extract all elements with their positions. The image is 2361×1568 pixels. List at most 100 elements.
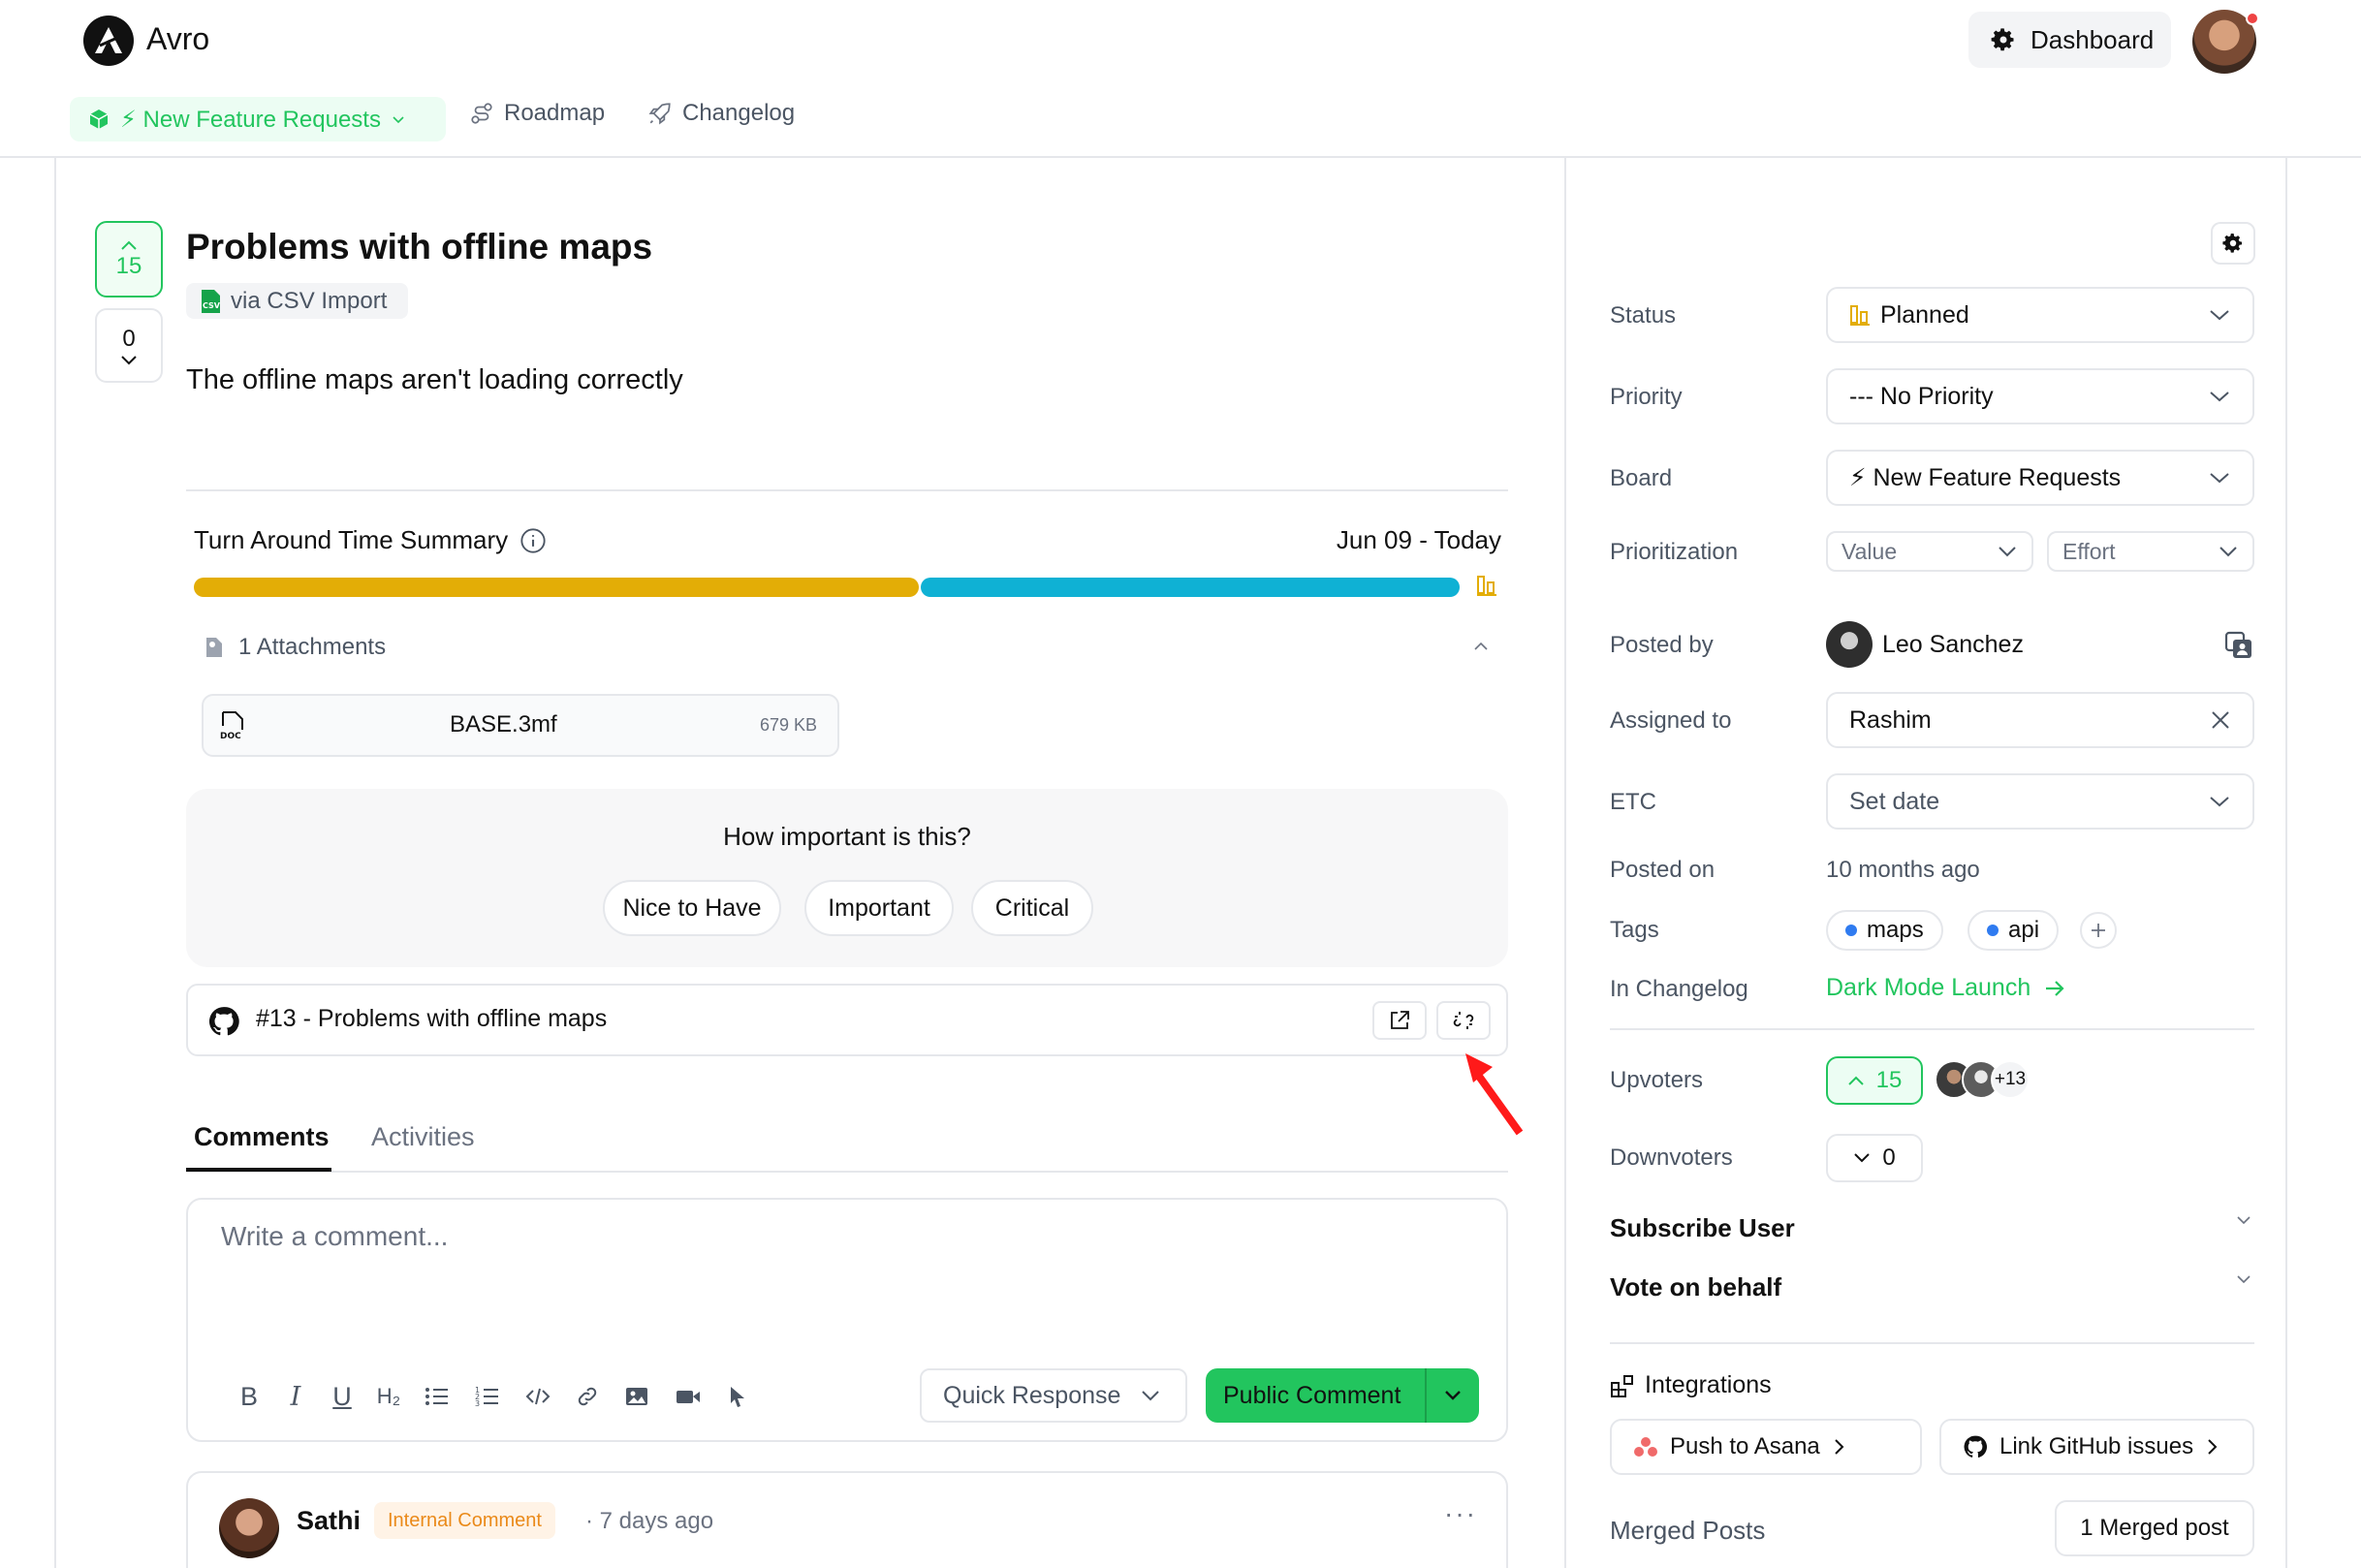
close-icon[interactable] [2210, 709, 2231, 731]
board-selector[interactable]: ⚡ New Feature Requests [70, 97, 446, 141]
value-select[interactable]: Value [1826, 531, 2033, 572]
downvoters-button[interactable]: 0 [1826, 1134, 1923, 1182]
nav-changelog[interactable]: Changelog [647, 100, 795, 127]
chevron-down-icon [1999, 547, 2016, 557]
upvote-count: 15 [115, 252, 142, 279]
priority-select[interactable]: --- No Priority [1826, 368, 2254, 424]
chevron-down-icon [121, 355, 137, 364]
comment-input[interactable]: Write a comment... [221, 1221, 448, 1252]
downvote-button[interactable]: 0 [95, 308, 163, 383]
bullet-list-icon[interactable] [425, 1385, 450, 1408]
attachment-size: 679 KB [760, 715, 818, 735]
status-select[interactable]: Planned [1826, 287, 2254, 343]
more-upvoters-badge: +13 [1991, 1060, 2030, 1099]
nav-roadmap[interactable]: Roadmap [469, 100, 605, 127]
upvoter-avatars[interactable]: +13 [1935, 1060, 2030, 1099]
importance-critical-button[interactable]: Critical [971, 880, 1093, 936]
upvote-button[interactable]: 15 [95, 221, 163, 298]
downvoters-label: Downvoters [1610, 1145, 1733, 1171]
numbered-list-icon[interactable]: 123 [475, 1385, 500, 1408]
quick-response-dropdown[interactable]: Quick Response [920, 1368, 1187, 1423]
add-tag-button[interactable] [2080, 912, 2117, 949]
comment-author[interactable]: Sathi [297, 1506, 361, 1536]
asana-icon [1634, 1437, 1657, 1457]
more-options-icon[interactable]: ··· [1444, 1498, 1477, 1529]
comment-author-avatar[interactable] [219, 1498, 279, 1558]
roadmap-icon [471, 103, 492, 124]
effort-select[interactable]: Effort [2047, 531, 2254, 572]
chevron-down-icon [2210, 310, 2229, 321]
chevron-down-icon[interactable] [2235, 1213, 2252, 1227]
top-bar: Avro Dashboard ⚡ New Feature Requests Ro… [0, 0, 2361, 158]
subscribe-user-toggle[interactable]: Subscribe User [1610, 1213, 1795, 1243]
column-divider [1564, 158, 1566, 1568]
public-comment-button[interactable]: Public Comment [1206, 1368, 1479, 1423]
left-divider [54, 158, 56, 1568]
upvoters-label: Upvoters [1610, 1067, 1704, 1093]
chevron-up-icon[interactable] [1472, 640, 1490, 653]
chevron-down-icon [2210, 473, 2229, 484]
downvoters-count: 0 [1882, 1145, 1896, 1171]
vote-on-behalf-toggle[interactable]: Vote on behalf [1610, 1272, 1781, 1302]
active-tab-indicator [186, 1168, 331, 1172]
italic-icon[interactable]: I [285, 1382, 306, 1412]
board-value: ⚡ New Feature Requests [1849, 464, 2122, 491]
attachments-header[interactable]: 1 Attachments [204, 634, 386, 661]
comment-composer[interactable]: Write a comment... B I U H₂ 123 Quick Re… [186, 1198, 1508, 1442]
video-icon[interactable] [675, 1385, 702, 1408]
board-select[interactable]: ⚡ New Feature Requests [1826, 450, 2254, 506]
open-external-button[interactable] [1372, 1001, 1427, 1040]
image-icon[interactable] [624, 1385, 649, 1408]
underline-icon[interactable]: U [331, 1382, 353, 1411]
assignee-select[interactable]: Rashim [1826, 692, 2254, 748]
tab-comments[interactable]: Comments [194, 1122, 330, 1152]
attachments-count: 1 Attachments [238, 634, 387, 660]
post-settings-button[interactable] [2211, 222, 2255, 265]
push-to-asana-label: Push to Asana [1670, 1433, 1820, 1459]
chevron-down-icon[interactable] [2235, 1272, 2252, 1286]
importance-nice-to-have-button[interactable]: Nice to Have [603, 880, 781, 936]
doc-file-icon: DOC [220, 711, 243, 739]
tag-maps[interactable]: maps [1826, 910, 1943, 951]
cursor-icon[interactable] [727, 1385, 748, 1408]
etc-date-select[interactable]: Set date [1826, 773, 2254, 830]
tab-activities[interactable]: Activities [371, 1122, 475, 1152]
link-icon[interactable] [576, 1385, 599, 1408]
chevron-right-icon [1835, 1439, 1844, 1455]
comment-options-button[interactable] [1425, 1368, 1479, 1423]
upvoters-button[interactable]: 15 [1826, 1056, 1923, 1105]
copy-user-icon[interactable] [2224, 631, 2253, 660]
github-icon [208, 1007, 239, 1036]
push-to-asana-button[interactable]: Push to Asana [1610, 1419, 1922, 1475]
changelog-link[interactable]: Dark Mode Launch [1826, 974, 2065, 1002]
turnaround-segment-in-progress[interactable] [921, 578, 1460, 597]
dashboard-button[interactable]: Dashboard [1968, 12, 2171, 68]
quick-response-label: Quick Response [943, 1381, 1121, 1409]
info-icon[interactable] [519, 527, 547, 554]
nav-changelog-label: Changelog [682, 100, 796, 126]
tag-label: api [2008, 917, 2040, 943]
heading-icon[interactable]: H₂ [377, 1384, 400, 1409]
importance-important-button[interactable]: Important [804, 880, 954, 936]
unlink-issue-button[interactable] [1436, 1001, 1491, 1040]
posted-by-user[interactable]: Leo Sanchez [1826, 621, 2024, 668]
unlink-icon [1453, 1012, 1474, 1029]
merged-posts-button[interactable]: 1 Merged post [2055, 1500, 2254, 1556]
divider [186, 489, 1508, 491]
plus-icon [2092, 924, 2105, 937]
code-icon[interactable] [525, 1385, 551, 1408]
link-github-issues-button[interactable]: Link GitHub issues [1939, 1419, 2254, 1475]
arrow-right-icon [2046, 980, 2064, 996]
avro-logo-icon[interactable] [83, 16, 134, 66]
tag-api[interactable]: api [1968, 910, 2060, 951]
importance-panel: How important is this? Nice to Have Impo… [186, 789, 1508, 967]
chevron-down-icon [1445, 1391, 1461, 1400]
board-label: Board [1610, 465, 1673, 491]
public-comment-label[interactable]: Public Comment [1206, 1368, 1425, 1423]
bold-icon[interactable]: B [238, 1382, 260, 1411]
value-select-label: Value [1842, 538, 1898, 564]
turnaround-segment-planned[interactable] [194, 578, 919, 597]
notification-dot [2246, 12, 2259, 25]
attachment-name: BASE.3mf [450, 711, 557, 737]
source-badge: CSV via CSV Import [186, 283, 409, 319]
